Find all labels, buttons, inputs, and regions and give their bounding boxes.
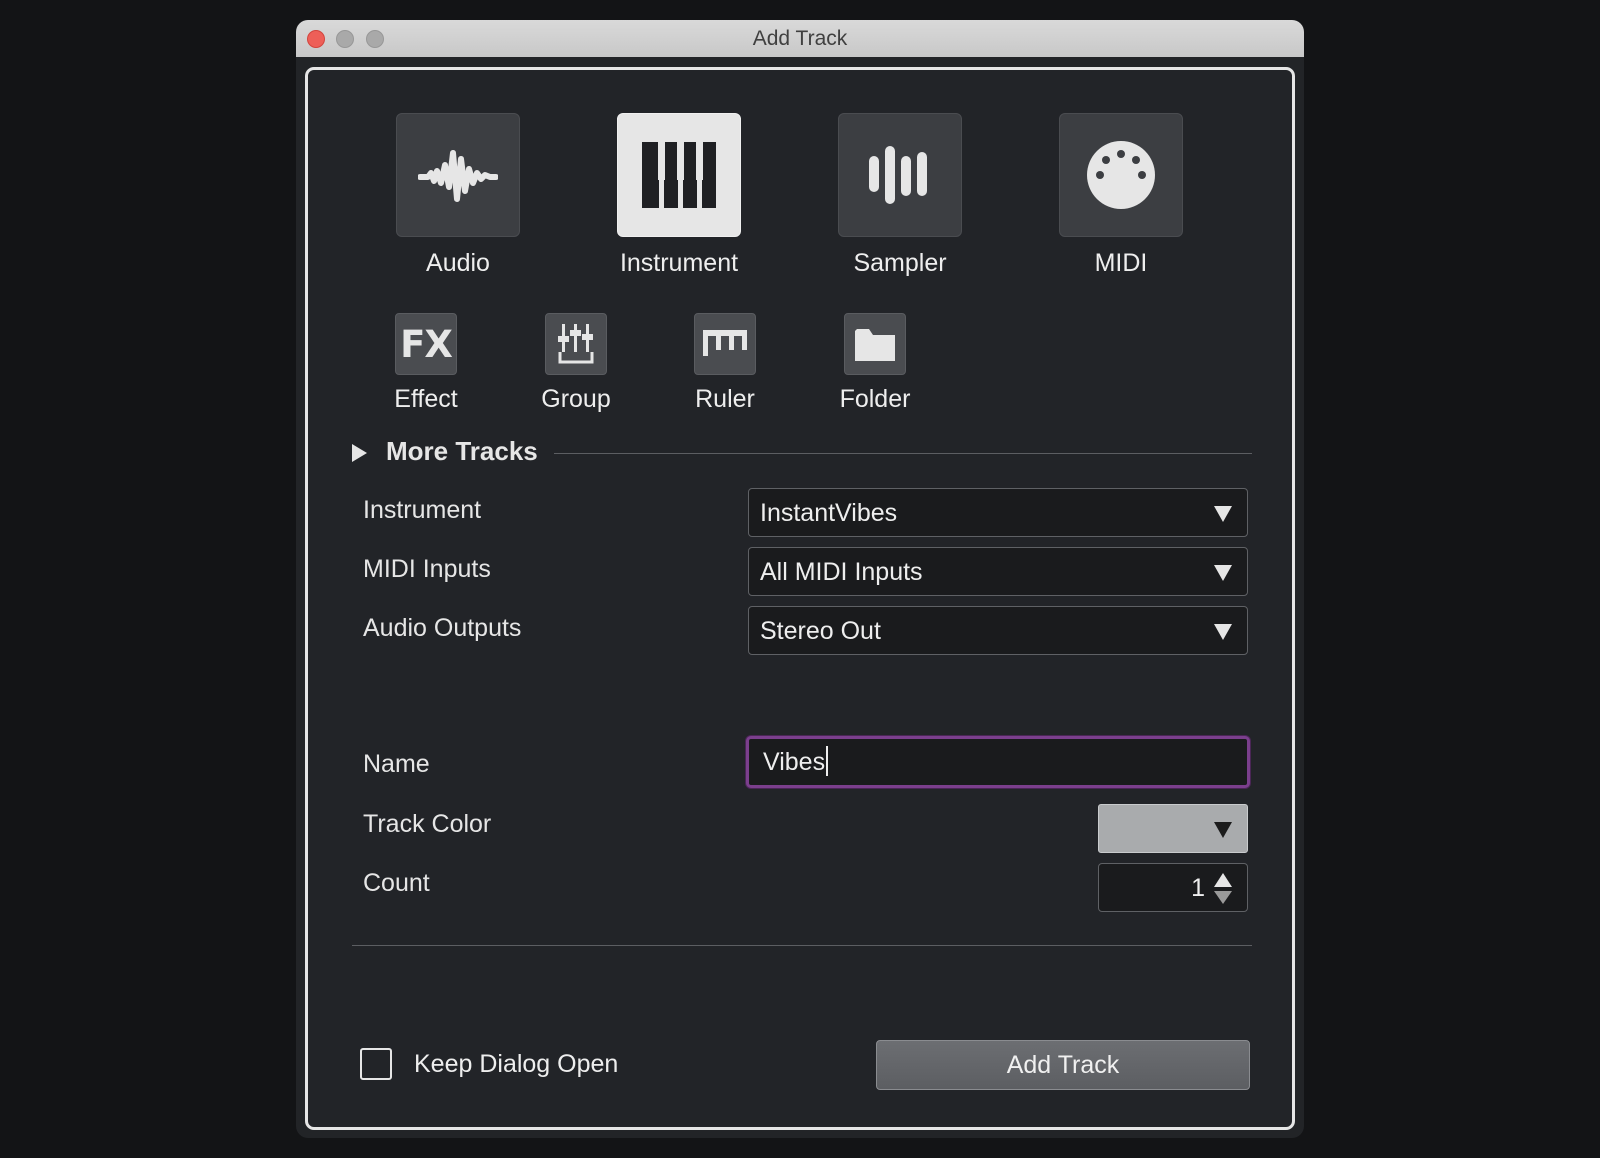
midi-inputs-value: All MIDI Inputs xyxy=(760,558,923,586)
instrument-dropdown[interactable]: InstantVibes xyxy=(748,488,1248,537)
count-stepper[interactable]: 1 xyxy=(1098,863,1248,912)
track-name-input[interactable]: Vibes xyxy=(746,736,1250,788)
dropdown-arrow-icon xyxy=(1214,624,1232,640)
add-track-button[interactable]: Add Track xyxy=(876,1040,1250,1090)
track-type-audio[interactable]: Audio xyxy=(396,113,520,278)
track-name-text: Vibes xyxy=(763,748,826,776)
track-type-instrument-label: Instrument xyxy=(619,249,739,277)
footer-divider xyxy=(352,945,1252,946)
group-faders-icon xyxy=(558,324,594,364)
dropdown-arrow-icon xyxy=(1214,565,1232,581)
track-type-ruler[interactable]: Ruler xyxy=(675,313,775,414)
keep-dialog-open-checkbox[interactable] xyxy=(360,1048,392,1080)
piano-keys-icon xyxy=(642,142,716,208)
track-type-effect-label: Effect xyxy=(394,385,458,413)
text-cursor xyxy=(826,746,829,777)
track-type-midi-button[interactable] xyxy=(1059,113,1183,237)
ruler-icon xyxy=(703,330,747,356)
instrument-value: InstantVibes xyxy=(760,499,898,527)
section-divider xyxy=(554,453,1252,454)
waveform-icon xyxy=(418,150,498,202)
track-type-sampler-label: Sampler xyxy=(853,249,947,277)
track-type-audio-button[interactable] xyxy=(396,113,520,237)
keep-dialog-open-label[interactable]: Keep Dialog Open xyxy=(414,1050,618,1079)
name-label: Name xyxy=(363,750,430,778)
midi-connector-icon xyxy=(1087,141,1155,209)
track-type-folder[interactable]: Folder xyxy=(825,313,925,414)
track-type-group-label: Group xyxy=(541,385,611,413)
window-title: Add Track xyxy=(752,27,848,50)
track-name-value[interactable]: Vibes xyxy=(763,746,829,778)
track-type-instrument-button[interactable] xyxy=(617,113,741,237)
track-type-effect[interactable]: FX Effect xyxy=(376,313,476,414)
sampler-bars-icon xyxy=(869,146,927,204)
add-track-dialog: Add Track Audio Instrument Sampler MIDI … xyxy=(296,20,1304,1138)
track-type-sampler-button[interactable] xyxy=(838,113,962,237)
track-type-ruler-button[interactable] xyxy=(694,313,756,375)
decrement-arrow-icon[interactable] xyxy=(1214,891,1232,904)
increment-arrow-icon[interactable] xyxy=(1214,873,1232,887)
count-value[interactable]: 1 xyxy=(1191,874,1205,903)
track-type-group[interactable]: Group xyxy=(526,313,626,414)
count-label: Count xyxy=(363,869,430,897)
dropdown-arrow-icon xyxy=(1214,506,1232,522)
track-type-ruler-label: Ruler xyxy=(695,385,755,413)
audio-outputs-label: Audio Outputs xyxy=(363,614,522,642)
more-tracks-label: More Tracks xyxy=(386,436,538,466)
instrument-label: Instrument xyxy=(363,496,482,524)
dropdown-arrow-icon xyxy=(1214,822,1232,838)
dialog-content: Audio Instrument Sampler MIDI FX Effect … xyxy=(305,67,1295,1130)
track-color-dropdown[interactable] xyxy=(1098,804,1248,853)
midi-inputs-dropdown[interactable]: All MIDI Inputs xyxy=(748,547,1248,596)
audio-outputs-value: Stereo Out xyxy=(760,617,881,645)
track-type-group-button[interactable] xyxy=(545,313,607,375)
track-type-midi-label: MIDI xyxy=(1094,249,1148,277)
track-type-folder-button[interactable] xyxy=(844,313,906,375)
title-bar[interactable]: Add Track xyxy=(296,20,1304,57)
folder-icon xyxy=(855,329,895,361)
midi-inputs-label: MIDI Inputs xyxy=(363,555,491,583)
more-tracks-toggle[interactable]: More Tracks xyxy=(352,434,1252,474)
track-type-sampler[interactable]: Sampler xyxy=(838,113,962,278)
track-type-midi[interactable]: MIDI xyxy=(1059,113,1183,278)
track-type-folder-label: Folder xyxy=(839,385,911,413)
disclosure-triangle-icon[interactable] xyxy=(352,444,367,462)
fx-icon: FX xyxy=(400,322,453,366)
track-type-audio-label: Audio xyxy=(426,249,490,277)
track-type-instrument[interactable]: Instrument xyxy=(617,113,741,278)
audio-outputs-dropdown[interactable]: Stereo Out xyxy=(748,606,1248,655)
track-color-label: Track Color xyxy=(363,810,492,838)
track-type-effect-button[interactable]: FX xyxy=(395,313,457,375)
